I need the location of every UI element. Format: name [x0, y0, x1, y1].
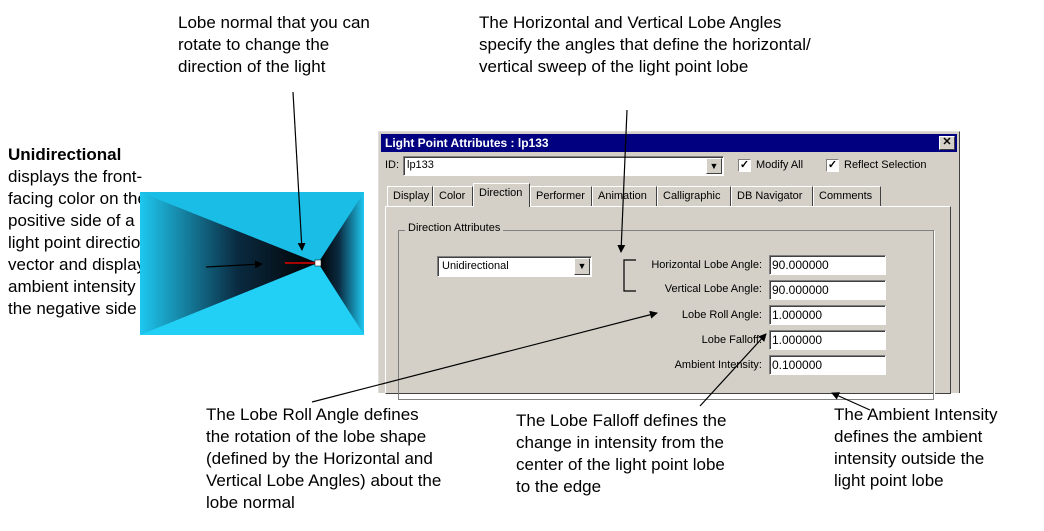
dialog-title: Light Point Attributes : lp133 — [385, 136, 549, 150]
tab-animation[interactable]: Animation — [592, 186, 657, 206]
falloff-callout: The Lobe Falloff defines the change in i… — [516, 411, 727, 496]
modify-all-checkbox[interactable]: ✓ — [738, 159, 751, 172]
close-button[interactable]: ✕ — [939, 136, 955, 150]
lobe-falloff-input[interactable]: 1.000000 — [769, 330, 886, 350]
check-icon: ✓ — [739, 159, 750, 171]
ambient-intensity-input[interactable]: 0.100000 — [769, 355, 886, 375]
light-point-preview — [140, 192, 364, 335]
chevron-down-icon: ▼ — [577, 261, 587, 271]
reflect-selection-checkbox[interactable]: ✓ — [826, 159, 839, 172]
roll-angle-callout: The Lobe Roll Angle defines the rotation… — [206, 405, 442, 512]
direction-type-select[interactable]: Unidirectional ▼ — [437, 256, 592, 277]
lobe-falloff-label: Lobe Falloff: — [701, 334, 762, 346]
tab-db-navigator[interactable]: DB Navigator — [731, 186, 813, 206]
reflect-selection-label[interactable]: Reflect Selection — [844, 159, 927, 171]
vertical-lobe-angle-input[interactable]: 90.000000 — [769, 280, 886, 300]
close-icon: ✕ — [942, 136, 952, 148]
chevron-down-icon: ▼ — [709, 161, 719, 171]
ambient-callout: The Ambient Intensity defines the ambien… — [834, 405, 998, 490]
lobe-roll-angle-label: Lobe Roll Angle: — [681, 309, 762, 321]
light-point-handle[interactable] — [314, 259, 322, 267]
tab-color[interactable]: Color — [433, 186, 473, 206]
tab-calligraphic[interactable]: Calligraphic — [657, 186, 731, 206]
tab-display[interactable]: Display — [387, 186, 433, 206]
dialog-titlebar[interactable]: Light Point Attributes : lp133 ✕ — [381, 134, 957, 152]
lobe-roll-angle-input[interactable]: 1.000000 — [769, 305, 886, 325]
ambient-intensity-label: Ambient Intensity: — [674, 359, 762, 371]
id-label: ID: — [385, 159, 400, 171]
vertical-lobe-angle-label: Vertical Lobe Angle: — [664, 283, 762, 295]
lobe-normal-callout: Lobe normal that you can rotate to chang… — [178, 13, 370, 76]
unidirectional-callout: Unidirectional displays the front- facin… — [8, 145, 160, 318]
direction-type-dropdown-button[interactable]: ▼ — [574, 258, 590, 275]
horizontal-lobe-angle-input[interactable]: 90.000000 — [769, 255, 886, 275]
id-value: lp133 — [407, 159, 434, 171]
horizontal-lobe-angle-label: Horizontal Lobe Angle: — [651, 259, 762, 271]
tab-comments[interactable]: Comments — [813, 186, 881, 206]
check-icon: ✓ — [827, 159, 838, 171]
tab-performer[interactable]: Performer — [530, 186, 592, 206]
id-dropdown-button[interactable]: ▼ — [706, 158, 722, 174]
light-point-attributes-dialog: Light Point Attributes : lp133 ✕ ID: lp1… — [378, 131, 960, 400]
group-label: Direction Attributes — [405, 222, 504, 234]
unidirectional-heading: Unidirectional — [8, 145, 122, 164]
tab-direction[interactable]: Direction — [473, 183, 530, 207]
id-combobox[interactable]: lp133 ▼ — [403, 156, 724, 176]
direction-type-value: Unidirectional — [442, 260, 509, 272]
lobe-angles-callout: The Horizontal and Vertical Lobe Angles … — [479, 13, 811, 76]
modify-all-label[interactable]: Modify All — [756, 159, 803, 171]
